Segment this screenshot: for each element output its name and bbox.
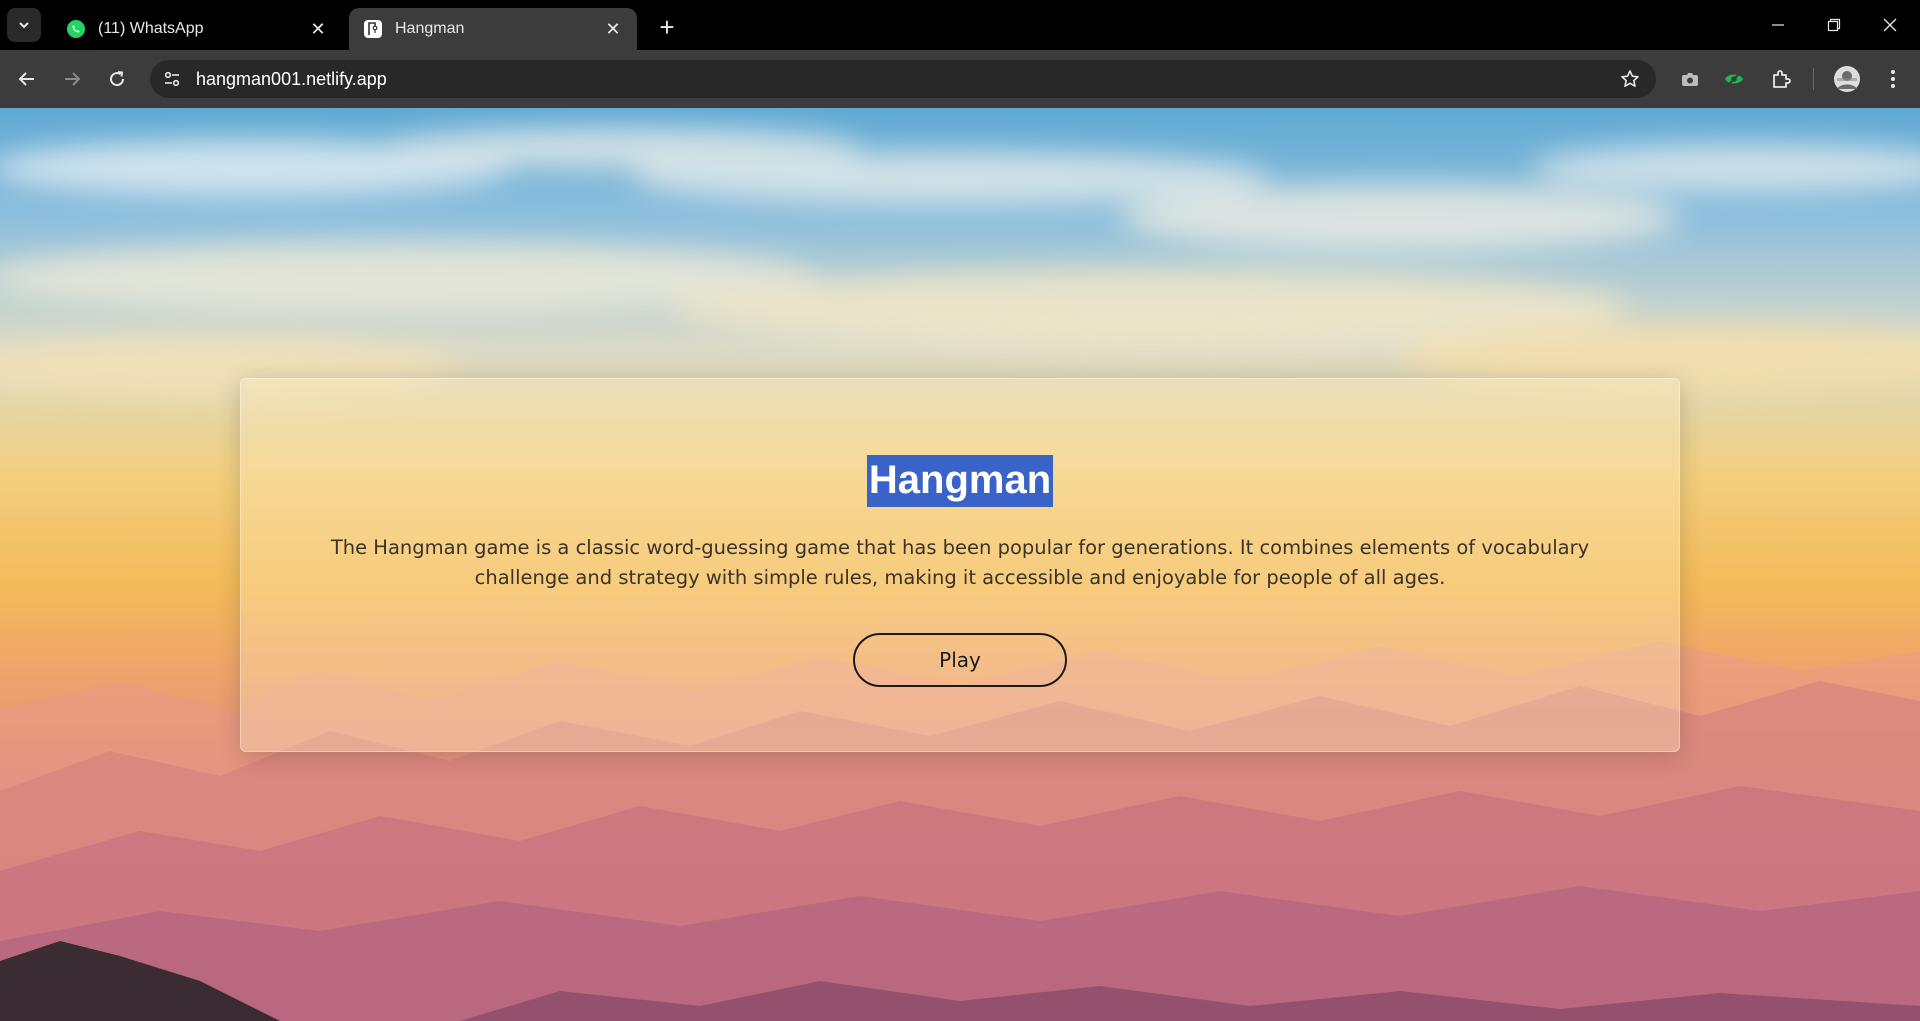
close-window-button[interactable] [1862,0,1918,50]
new-tab-button[interactable]: + [652,12,682,42]
intro-card: Hangman The Hangman game is a classic wo… [240,378,1680,752]
close-icon [1883,18,1897,32]
tab-search-button[interactable] [7,8,41,42]
toolbar-separator [1813,68,1814,90]
url-text[interactable]: hangman001.netlify.app [196,69,387,90]
tab-hangman[interactable]: Hangman ✕ [349,8,637,50]
hangman-favicon-icon [363,19,383,39]
game-description: The Hangman game is a classic word-guess… [330,536,1590,589]
address-bar[interactable]: hangman001.netlify.app [150,60,1656,98]
minimize-icon [1772,24,1784,26]
tab-title: Hangman [395,20,465,37]
more-vertical-icon [1891,70,1895,88]
tab-whatsapp[interactable]: (11) WhatsApp ✕ [52,8,342,50]
eye-extension-button[interactable] [1717,62,1751,96]
browser-menu-button[interactable] [1876,62,1910,96]
play-button[interactable]: Play [853,633,1067,687]
avatar [1834,66,1860,92]
restore-icon [1827,18,1841,32]
back-arrow-icon [18,72,34,86]
reload-icon [110,71,125,87]
reload-button[interactable] [100,62,134,96]
site-info-button[interactable] [150,60,194,98]
whatsapp-icon [66,19,86,39]
tab-strip: (11) WhatsApp ✕ Hangman ✕ + [0,0,1920,50]
minimize-button[interactable] [1750,0,1806,50]
camera-extension-button[interactable] [1673,62,1707,96]
extensions-button[interactable] [1764,62,1798,96]
forward-arrow-icon [65,72,81,86]
tab-title: (11) WhatsApp [98,20,204,37]
camera-icon [1682,73,1698,86]
page-viewport: Hangman The Hangman game is a classic wo… [0,108,1920,1021]
forward-button[interactable] [55,62,89,96]
eye-slash-icon [1725,71,1743,87]
bookmark-star-icon[interactable] [1620,69,1640,89]
close-icon[interactable]: ✕ [603,19,623,39]
puzzle-icon [1773,70,1791,88]
chevron-down-icon [19,22,29,29]
profile-avatar-button[interactable] [1830,62,1864,96]
close-icon[interactable]: ✕ [308,19,328,39]
tune-icon [164,71,180,87]
back-button[interactable] [10,62,44,96]
restore-button[interactable] [1806,0,1862,50]
page-title: Hangman [866,455,1054,507]
